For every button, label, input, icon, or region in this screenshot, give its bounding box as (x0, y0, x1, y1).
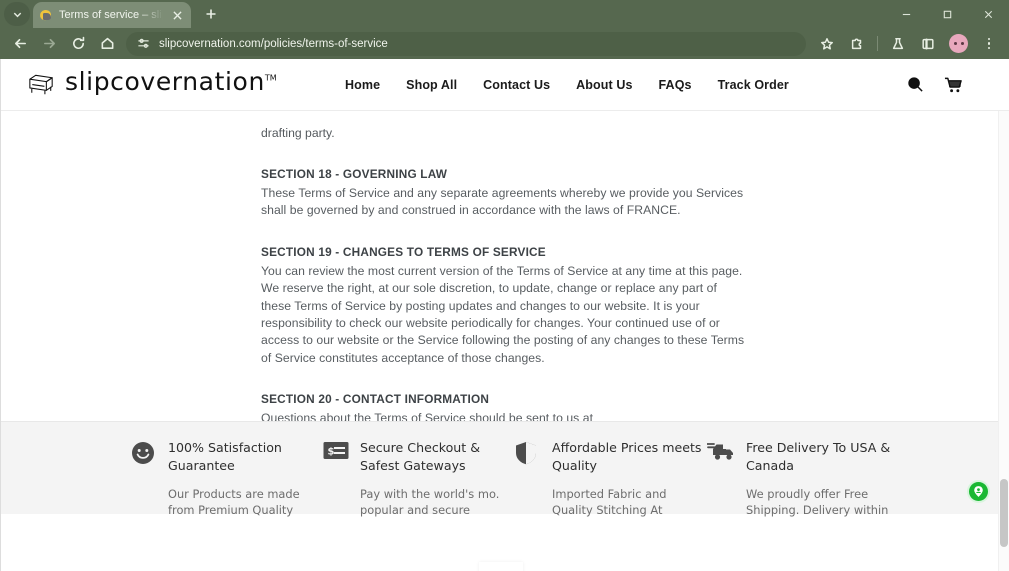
minimize-button[interactable] (886, 0, 927, 28)
avatar-face (953, 42, 964, 45)
footer-item-text: Affordable Prices meets Quality Imported… (552, 439, 707, 517)
site-logo[interactable]: slipcovernationTM (25, 69, 325, 101)
footer-item-text: Secure Checkout & Safest Gateways Pay wi… (360, 439, 515, 517)
paragraph-fragment: drafting party. (261, 126, 335, 140)
tune-sliders-icon (138, 38, 149, 48)
logo-text: slipcovernationTM (65, 69, 277, 94)
side-panel-icon (922, 37, 934, 50)
page-scrollbar[interactable] (998, 59, 1009, 571)
footer-item-title: Secure Checkout & Safest Gateways (360, 439, 481, 473)
nav-item-track-order[interactable]: Track Order (718, 78, 789, 92)
main-navigation: Home Shop All Contact Us About Us FAQs T… (345, 78, 789, 92)
footer-item-desc: Imported Fabric and Quality Stitching At (552, 486, 667, 517)
site-header: slipcovernationTM Home Shop All Contact … (1, 59, 1009, 111)
sofa-icon (25, 71, 58, 101)
chevron-down-icon (13, 12, 21, 17)
nav-item-about-us[interactable]: About Us (576, 78, 632, 92)
side-panel-button[interactable] (914, 30, 942, 58)
section-18-body: These Terms of Service and any separate … (261, 186, 744, 218)
search-icon (908, 77, 923, 92)
browser-toolbar: slipcovernation.com/policies/terms-of-se… (0, 28, 1009, 59)
url-text: slipcovernation.com/policies/terms-of-se… (159, 37, 388, 50)
bookmark-button[interactable] (813, 30, 841, 58)
footer-item-text: Free Delivery To USA & Canada We proudly… (746, 439, 899, 517)
profile-avatar[interactable] (949, 34, 968, 53)
three-dot-menu-icon (987, 37, 991, 50)
footer-item-desc: Pay with the world's mo. popular and sec… (360, 486, 500, 517)
site-footer: 100% Satisfaction Guarantee Our Products… (1, 420, 1009, 517)
nav-item-faqs[interactable]: FAQs (659, 78, 692, 92)
tab-title: Terms of service – slipcovernat (59, 9, 163, 21)
smiley-face-icon (131, 439, 157, 514)
tab-close-button[interactable] (169, 7, 185, 23)
star-icon (821, 37, 833, 50)
back-button[interactable] (6, 30, 34, 58)
back-arrow-icon (14, 38, 26, 49)
scroll-to-top-button[interactable] (479, 562, 523, 571)
toolbar-divider (877, 36, 878, 51)
footer-item-title: Affordable Prices meets Quality (552, 439, 702, 473)
nav-item-home[interactable]: Home (345, 78, 380, 92)
logo-tm: TM (264, 73, 277, 83)
nav-item-contact-us[interactable]: Contact Us (483, 78, 550, 92)
cart-button[interactable] (944, 75, 963, 94)
footer-item-text: 100% Satisfaction Guarantee Our Products… (168, 439, 323, 517)
new-tab-button[interactable] (198, 1, 224, 27)
window-controls (886, 0, 1009, 28)
site-settings-icon[interactable] (136, 36, 151, 51)
section-19-heading: SECTION 19 - CHANGES TO TERMS OF SERVICE (261, 244, 546, 259)
footer-item-title: Free Delivery To USA & Canada (746, 439, 891, 473)
search-button[interactable] (906, 75, 925, 94)
svg-text:$: $ (328, 446, 335, 457)
close-icon (984, 10, 993, 18)
footer-item-free-delivery: Free Delivery To USA & Canada We proudly… (706, 439, 899, 517)
address-bar[interactable]: slipcovernation.com/policies/terms-of-se… (126, 31, 806, 56)
minimize-icon (902, 13, 911, 15)
scrollbar-thumb[interactable] (1000, 479, 1008, 547)
extensions-button[interactable] (843, 30, 871, 58)
shopping-cart-icon (944, 77, 962, 92)
puzzle-icon (851, 38, 862, 49)
section-20-heading: SECTION 20 - CONTACT INFORMATION (261, 392, 490, 407)
footer-item-secure-checkout: $ Secure Checkout & Safest Gateways Pay … (323, 439, 515, 517)
payment-card-icon: $ (323, 439, 349, 514)
reload-button[interactable] (64, 30, 92, 58)
footer-item-title: 100% Satisfaction Guarantee (168, 439, 282, 473)
maximize-button[interactable] (927, 0, 968, 28)
logo-wordmark: slipcovernation (65, 66, 265, 96)
labs-button[interactable] (884, 30, 912, 58)
section-19-body: You can review the most current version … (261, 263, 745, 365)
delivery-truck-icon (706, 439, 735, 514)
nav-item-shop-all[interactable]: Shop All (406, 78, 457, 92)
footer-item-satisfaction: 100% Satisfaction Guarantee Our Products… (131, 439, 323, 517)
section-18-heading: SECTION 18 - GOVERNING LAW (261, 167, 448, 181)
footer-item-affordable-prices: Affordable Prices meets Quality Imported… (515, 439, 707, 517)
plus-icon (206, 9, 216, 19)
page-content: drafting party. SECTION 18 - GOVERNING L… (1, 111, 1009, 571)
footer-item-desc: Our Products are made from Premium Quali… (168, 486, 300, 517)
toolbar-right-actions (813, 30, 1003, 58)
reload-icon (72, 36, 84, 49)
maximize-icon (943, 10, 952, 18)
browser-window: Terms of service – slipcovernat (0, 0, 1009, 571)
tab-search-button[interactable] (4, 2, 30, 26)
browser-tab[interactable]: Terms of service – slipcovernat (33, 2, 191, 28)
header-actions (906, 75, 985, 94)
duck-favicon (39, 8, 53, 22)
forward-arrow-icon (43, 38, 55, 49)
location-person-badge-icon (974, 485, 983, 497)
page-viewport: slipcovernationTM Home Shop All Contact … (0, 59, 1009, 571)
location-person-badge[interactable] (969, 481, 988, 501)
shield-icon (515, 439, 541, 514)
tab-strip: Terms of service – slipcovernat (0, 0, 1009, 28)
home-button[interactable] (93, 30, 121, 58)
browser-menu-button[interactable] (975, 30, 1003, 58)
flask-icon (892, 37, 904, 49)
forward-button[interactable] (35, 30, 63, 58)
close-icon (172, 10, 182, 20)
footer-item-desc: We proudly offer Free Shipping. Delivery… (746, 486, 889, 517)
home-icon (101, 37, 113, 49)
close-window-button[interactable] (968, 0, 1009, 28)
